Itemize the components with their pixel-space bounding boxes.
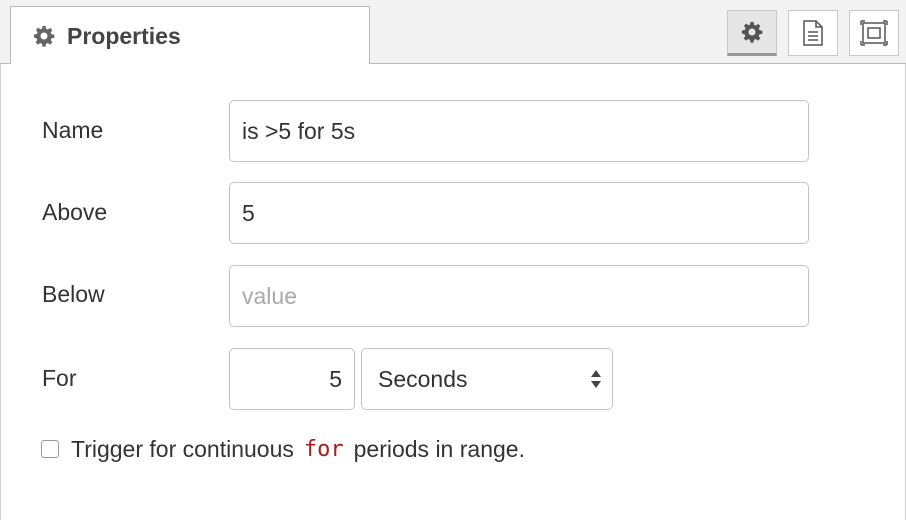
continuous-text-after: periods in range. (353, 435, 525, 462)
above-input[interactable] (229, 182, 809, 244)
continuous-row: Trigger for continuous for periods in ra… (41, 434, 525, 464)
select-arrows-icon (591, 370, 601, 388)
appearance-tab-button[interactable] (849, 10, 899, 56)
tab-label: Properties (67, 22, 181, 49)
properties-panel: Properties Name is >5 for 5s Above 5 Bel… (0, 0, 906, 520)
document-icon (803, 20, 823, 46)
continuous-text-before: Trigger for continuous (71, 435, 294, 462)
for-unit-select[interactable]: Seconds (361, 348, 613, 410)
below-label: Below (42, 281, 105, 307)
continuous-code: for (303, 436, 344, 462)
above-label: Above (42, 199, 108, 225)
gear-icon (33, 25, 55, 47)
for-label: For (42, 365, 77, 391)
properties-tab-button[interactable] (727, 10, 777, 56)
tab-properties[interactable]: Properties (10, 6, 370, 65)
gear-icon (741, 21, 763, 43)
for-value-input[interactable] (229, 348, 355, 410)
continuous-checkbox[interactable] (41, 440, 59, 458)
frame-icon (860, 20, 888, 46)
name-input[interactable] (229, 100, 809, 162)
tab-bar: Properties (0, 0, 906, 65)
form-body: Name Above Below For Seconds Trigger for… (0, 64, 906, 520)
for-unit-value: Seconds (378, 365, 468, 392)
below-input[interactable] (229, 265, 809, 327)
name-label: Name (42, 117, 104, 143)
description-tab-button[interactable] (788, 10, 838, 56)
